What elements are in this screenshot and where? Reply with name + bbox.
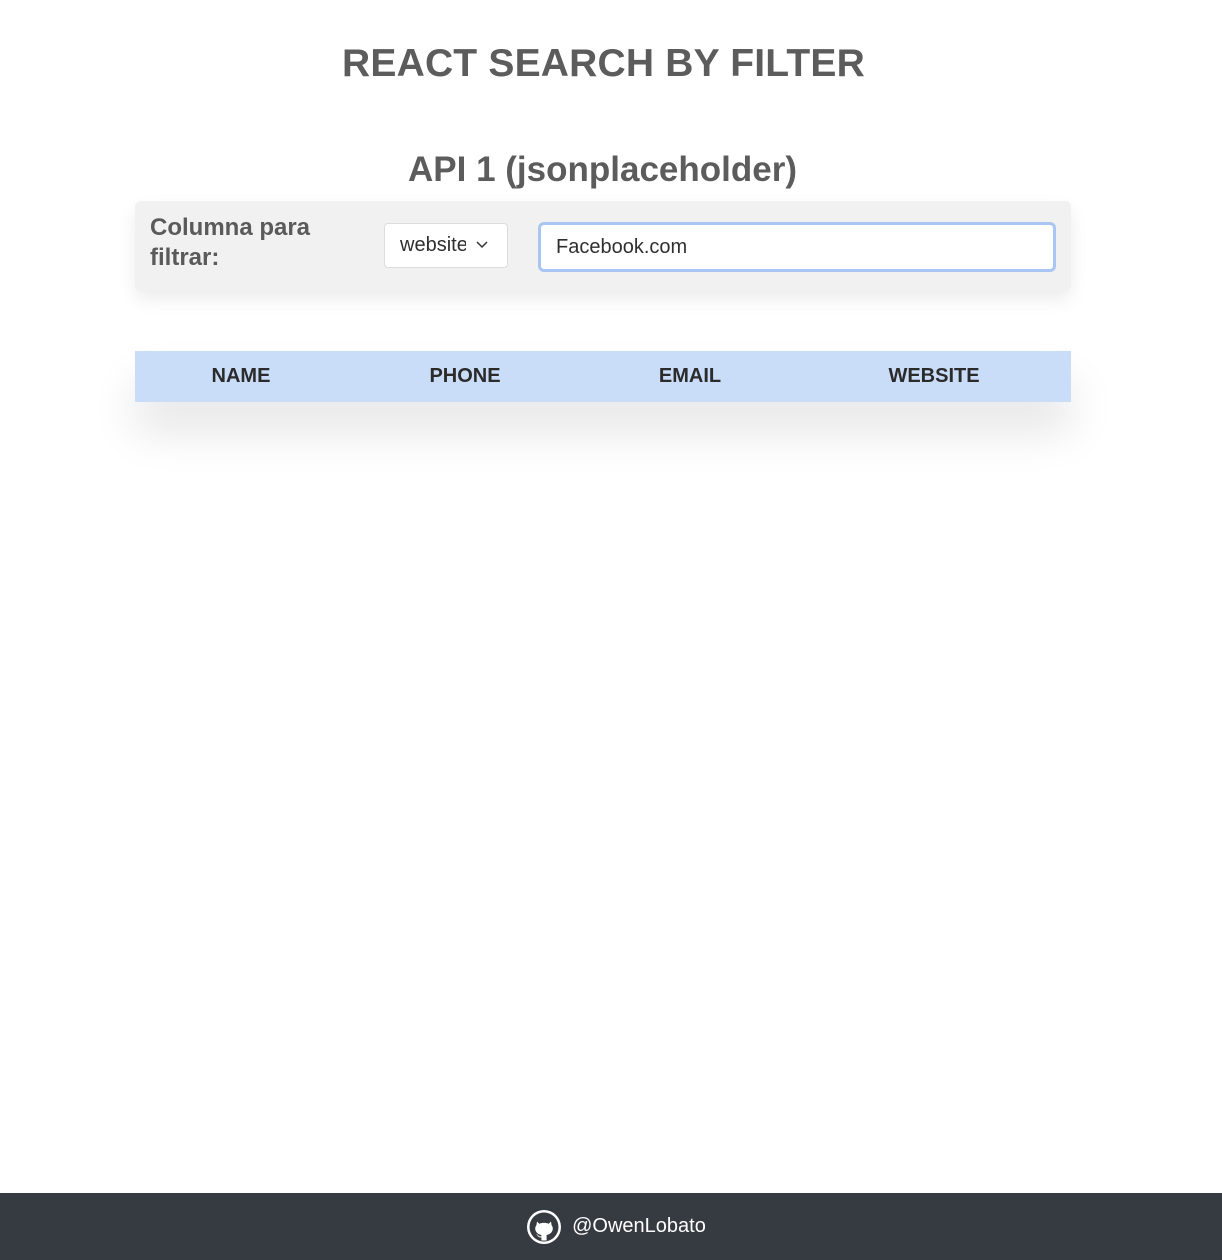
github-handle: @OwenLobato [572,1215,706,1237]
filter-label: Columna para filtrar: [150,214,311,271]
column-select[interactable]: website [384,223,508,268]
column-select-value: website [400,234,466,256]
results-table: NAME PHONE EMAIL WEBSITE [135,351,1071,402]
github-profile-link[interactable]: @OwenLobato [526,1209,706,1245]
column-header-website: WEBSITE [888,365,980,387]
search-input[interactable] [538,222,1056,272]
table-header-row: NAME PHONE EMAIL WEBSITE [135,351,1071,402]
column-header-phone: PHONE [429,365,501,387]
chevron-down-icon [476,241,488,249]
page-title: REACT SEARCH BY FILTER [342,42,865,85]
results-table-container: NAME PHONE EMAIL WEBSITE [135,351,1071,402]
column-header-name: NAME [211,365,271,387]
section-title: API 1 (jsonplaceholder) [408,150,797,189]
filter-bar: Columna para filtrar: website [135,201,1071,291]
github-icon [527,1209,562,1244]
page: REACT SEARCH BY FILTER API 1 (jsonplaceh… [0,0,1222,1260]
footer: @OwenLobato [0,1193,1222,1260]
column-header-email: EMAIL [658,365,722,387]
